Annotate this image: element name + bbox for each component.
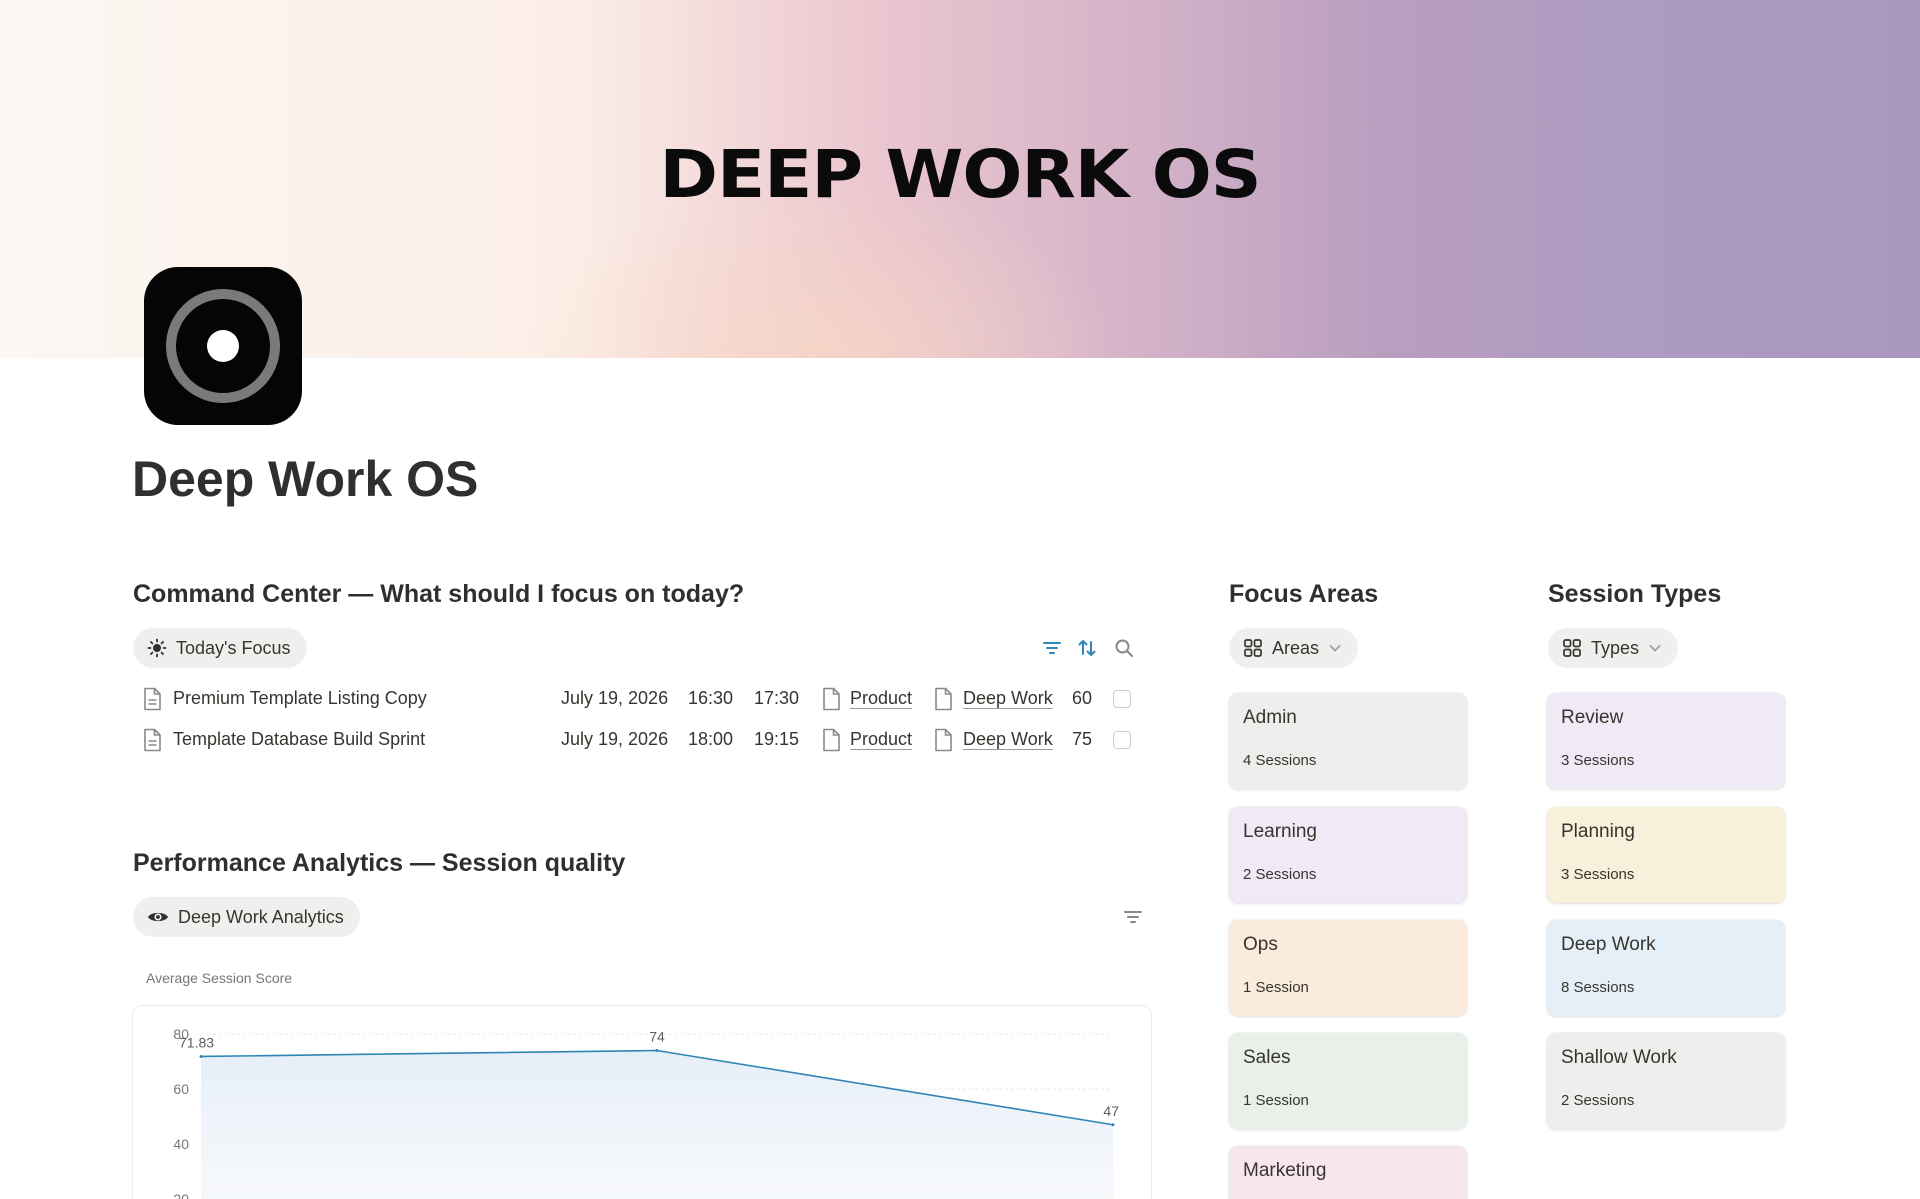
- session-end: 17:30: [754, 688, 800, 708]
- analytics-heading[interactable]: Performance Analytics — Session quality: [133, 849, 625, 878]
- session-date: July 19, 2026: [561, 688, 669, 708]
- focus-areas-heading[interactable]: Focus Areas: [1229, 580, 1378, 609]
- gallery-icon: [1244, 639, 1262, 657]
- view-tab-label: Deep Work Analytics: [178, 906, 344, 927]
- page-link-icon: [823, 687, 840, 711]
- data-point: [1111, 1123, 1115, 1127]
- data-point: [655, 1049, 659, 1052]
- view-label: Types: [1591, 637, 1640, 658]
- session-start: 18:00: [688, 729, 734, 749]
- page-link-icon: [823, 728, 840, 752]
- session-type-relation[interactable]: Deep Work: [963, 688, 1053, 709]
- data-label: 74: [649, 1029, 665, 1045]
- filter-icon[interactable]: [1041, 637, 1063, 659]
- chart-card: 80 60 40 20 71.83 74 47: [132, 1005, 1152, 1199]
- session-score: 60: [1072, 688, 1093, 708]
- chevron-down-icon: [1329, 645, 1341, 652]
- card-title: Learning: [1243, 821, 1317, 842]
- y-tick-label: 60: [173, 1081, 189, 1097]
- focus-area-relation[interactable]: Product: [850, 729, 912, 750]
- card-title: Shallow Work: [1561, 1047, 1677, 1068]
- filter-icon[interactable]: [1122, 906, 1144, 928]
- session-score-chart: 8060402071.83 7447: [173, 1026, 1119, 1199]
- card-count: 2 Sessions: [1243, 866, 1317, 883]
- document-icon: [144, 728, 161, 752]
- card-title: Planning: [1561, 821, 1635, 842]
- card-title: Ops: [1243, 934, 1278, 955]
- card-title: Marketing: [1243, 1160, 1327, 1181]
- done-checkbox[interactable]: [1113, 731, 1131, 749]
- chevron-down-icon: [1649, 645, 1661, 652]
- sun-icon: [147, 638, 167, 658]
- target-dot-icon: [207, 330, 239, 362]
- command-center-heading[interactable]: Command Center — What should I focus on …: [133, 580, 744, 609]
- card-count: 8 Sessions: [1561, 979, 1635, 996]
- areas-view-selector[interactable]: Areas: [1229, 628, 1359, 668]
- session-date: July 19, 2026: [561, 729, 669, 749]
- page-link-icon: [935, 687, 952, 711]
- document-icon: [144, 687, 161, 711]
- session-type-relation[interactable]: Deep Work: [963, 729, 1053, 750]
- view-tab-deep-work-analytics[interactable]: Deep Work Analytics: [133, 897, 360, 937]
- series-area: [201, 1050, 1113, 1199]
- y-tick-label: 40: [173, 1136, 189, 1152]
- table-row[interactable]: Premium Template Listing Copy July 19, 2…: [132, 679, 1132, 719]
- session-type-card[interactable]: Review 3 Sessions: [1547, 693, 1785, 789]
- session-end: 19:15: [754, 729, 800, 749]
- view-label: Areas: [1272, 637, 1320, 658]
- card-count: 1 Session: [1243, 979, 1309, 996]
- focus-area-card[interactable]: Marketing: [1229, 1146, 1467, 1199]
- card-title: Sales: [1243, 1047, 1291, 1068]
- page-title[interactable]: Deep Work OS: [132, 450, 478, 508]
- session-type-card[interactable]: Shallow Work 2 Sessions: [1547, 1033, 1785, 1129]
- focus-area-card[interactable]: Admin 4 Sessions: [1229, 693, 1467, 789]
- card-count: 3 Sessions: [1561, 866, 1635, 883]
- session-name[interactable]: Template Database Build Sprint: [173, 729, 425, 750]
- cover-title: DEEP WORK OS: [659, 136, 1261, 213]
- data-point: [199, 1054, 203, 1058]
- card-count: 1 Session: [1243, 1092, 1309, 1109]
- session-score: 75: [1072, 729, 1093, 749]
- focus-area-card[interactable]: Ops 1 Session: [1229, 920, 1467, 1016]
- eye-icon: [148, 912, 168, 922]
- focus-area-card[interactable]: Sales 1 Session: [1229, 1033, 1467, 1129]
- focus-area-card[interactable]: Learning 2 Sessions: [1229, 807, 1467, 903]
- search-icon[interactable]: [1113, 637, 1135, 659]
- table-row[interactable]: Template Database Build Sprint July 19, …: [132, 720, 1132, 760]
- focus-area-relation[interactable]: Product: [850, 688, 912, 709]
- session-type-card[interactable]: Planning 3 Sessions: [1547, 807, 1785, 903]
- card-count: 3 Sessions: [1561, 752, 1635, 769]
- card-count: 4 Sessions: [1243, 752, 1317, 769]
- done-checkbox[interactable]: [1113, 690, 1131, 708]
- card-title: Review: [1561, 707, 1624, 728]
- session-type-card[interactable]: Deep Work 8 Sessions: [1547, 920, 1785, 1016]
- view-tab-label: Today's Focus: [176, 637, 291, 658]
- y-tick-label: 20: [173, 1191, 189, 1199]
- data-label: 71.83: [179, 1034, 214, 1050]
- session-types-heading[interactable]: Session Types: [1548, 580, 1721, 609]
- card-title: Deep Work: [1561, 934, 1656, 955]
- session-name[interactable]: Premium Template Listing Copy: [173, 688, 427, 709]
- session-start: 16:30: [688, 688, 734, 708]
- gallery-icon: [1563, 639, 1581, 657]
- card-title: Admin: [1243, 707, 1297, 728]
- chart-subtitle: Average Session Score: [146, 970, 293, 986]
- page-link-icon: [935, 728, 952, 752]
- view-tab-todays-focus[interactable]: Today's Focus: [133, 628, 307, 668]
- page-icon[interactable]: [144, 267, 302, 425]
- card-count: 2 Sessions: [1561, 1092, 1635, 1109]
- types-view-selector[interactable]: Types: [1548, 628, 1679, 668]
- data-label: 47: [1103, 1103, 1119, 1119]
- sort-icon[interactable]: [1076, 637, 1098, 659]
